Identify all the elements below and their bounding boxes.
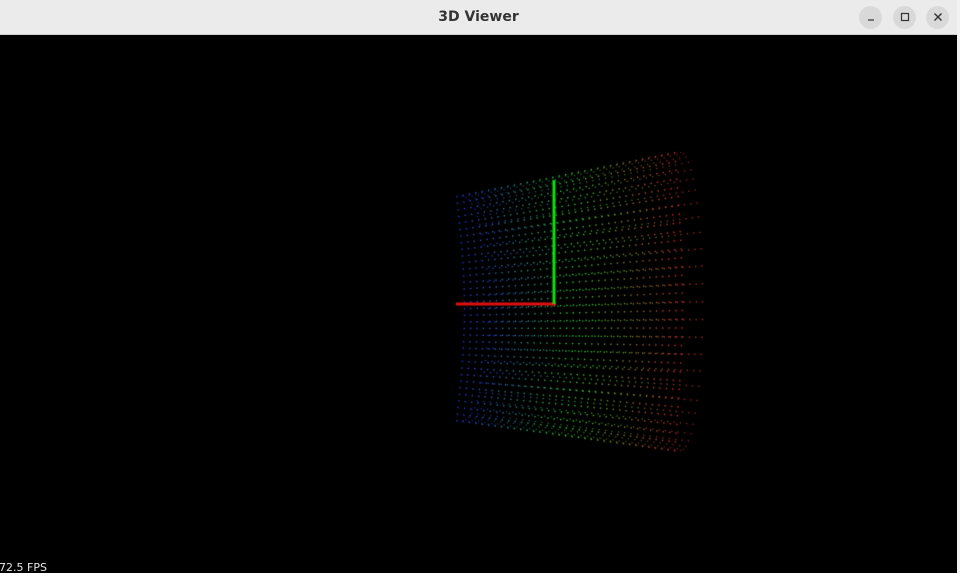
3d-viewport[interactable]: 672.5 FPS <box>0 36 957 573</box>
minimize-button[interactable] <box>859 6 882 29</box>
fps-counter: 672.5 FPS <box>0 561 47 573</box>
close-icon <box>933 11 943 25</box>
minimize-icon <box>866 11 876 25</box>
maximize-icon <box>900 11 910 25</box>
title-bar[interactable]: 3D Viewer <box>0 0 957 35</box>
window-title: 3D Viewer <box>438 9 519 25</box>
viewer-window: 3D Viewer 672.5 FPS <box>0 0 957 573</box>
maximize-button[interactable] <box>893 6 916 29</box>
close-button[interactable] <box>926 6 949 29</box>
point-cloud-canvas[interactable] <box>0 36 957 573</box>
